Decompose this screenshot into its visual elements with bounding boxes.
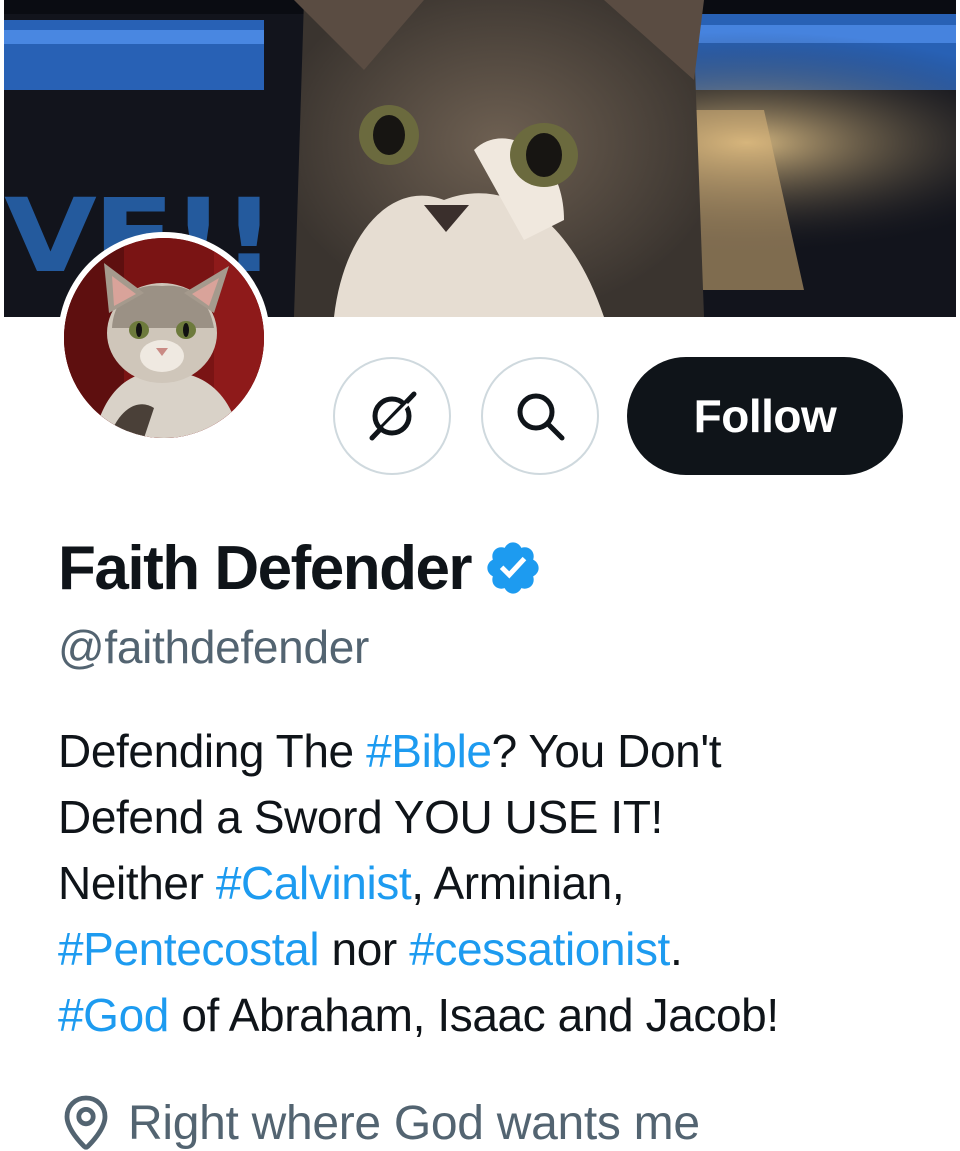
bio-text: .: [669, 923, 683, 975]
bio-text: , Arminian,: [411, 857, 625, 909]
profile-bio: Defending The #Bible? You Don't Defend a…: [58, 718, 938, 1048]
follow-button[interactable]: Follow: [627, 357, 903, 475]
bio-line: #Pentecostal nor #cessationist.: [58, 916, 938, 982]
hashtag-link[interactable]: #cessationist: [409, 923, 670, 975]
location-text: Right where God wants me: [128, 1096, 700, 1150]
display-name: Faith Defender: [58, 533, 473, 603]
hashtag-link[interactable]: #Calvinist: [216, 857, 412, 909]
location-pin-icon: [64, 1095, 108, 1150]
bio-text: of Abraham, Isaac and Jacob!: [168, 989, 779, 1041]
user-handle: @faithdefender: [58, 621, 370, 673]
hashtag-link[interactable]: #God: [58, 989, 169, 1041]
search-button[interactable]: [481, 357, 599, 475]
search-icon: [517, 393, 565, 441]
hashtag-link[interactable]: #Pentecostal: [58, 923, 320, 975]
bio-text: nor: [319, 923, 410, 975]
bio-text: Neither: [58, 857, 216, 909]
bio-text: Defending The: [58, 725, 367, 777]
grok-button[interactable]: [333, 357, 451, 475]
verified-badge-icon[interactable]: [483, 538, 543, 598]
bio-line: #God of Abraham, Isaac and Jacob!: [58, 982, 938, 1048]
bio-line: Neither #Calvinist, Arminian,: [58, 850, 938, 916]
display-name-row: Faith Defender: [58, 526, 543, 610]
profile-page: VE!!: [0, 0, 960, 1151]
avatar[interactable]: [58, 232, 270, 444]
hashtag-link[interactable]: #Bible: [366, 725, 492, 777]
grok-icon: [369, 391, 417, 441]
bio-line: Defend a Sword YOU USE IT!: [58, 784, 938, 850]
bio-line: Defending The #Bible? You Don't: [58, 718, 938, 784]
bio-text: Defend a Sword YOU USE IT!: [58, 791, 663, 843]
location-row: Right where God wants me: [62, 1088, 700, 1151]
avatar-image: [64, 238, 264, 438]
bio-text: ? You Don't: [491, 725, 722, 777]
